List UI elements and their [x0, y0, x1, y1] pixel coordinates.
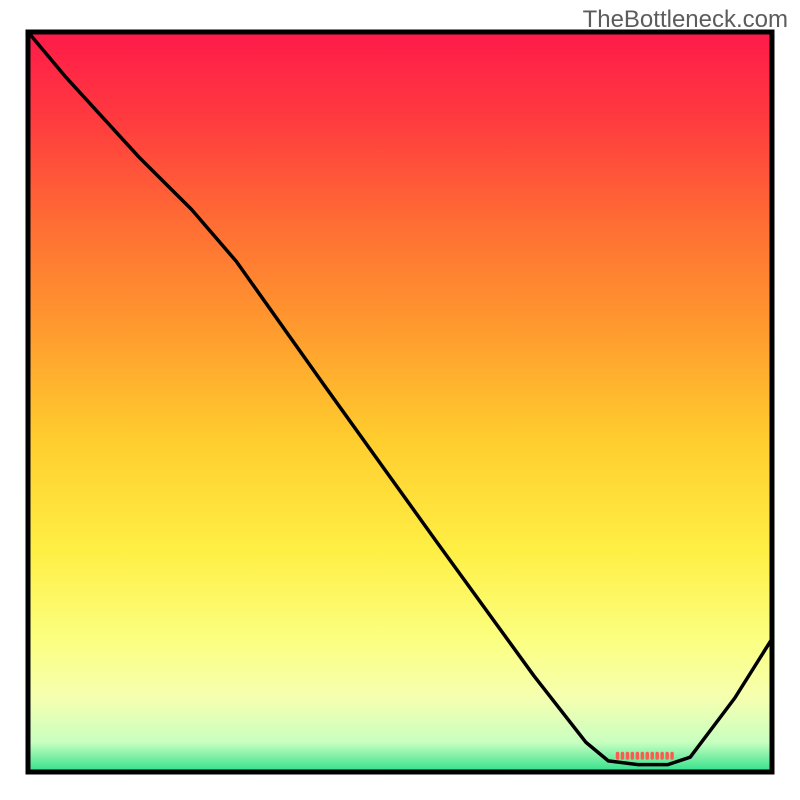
- attribution-label: TheBottleneck.com: [583, 6, 788, 34]
- chart-canvas: [0, 0, 800, 800]
- bottleneck-chart: TheBottleneck.com: [0, 0, 800, 800]
- plot-background: [28, 32, 772, 772]
